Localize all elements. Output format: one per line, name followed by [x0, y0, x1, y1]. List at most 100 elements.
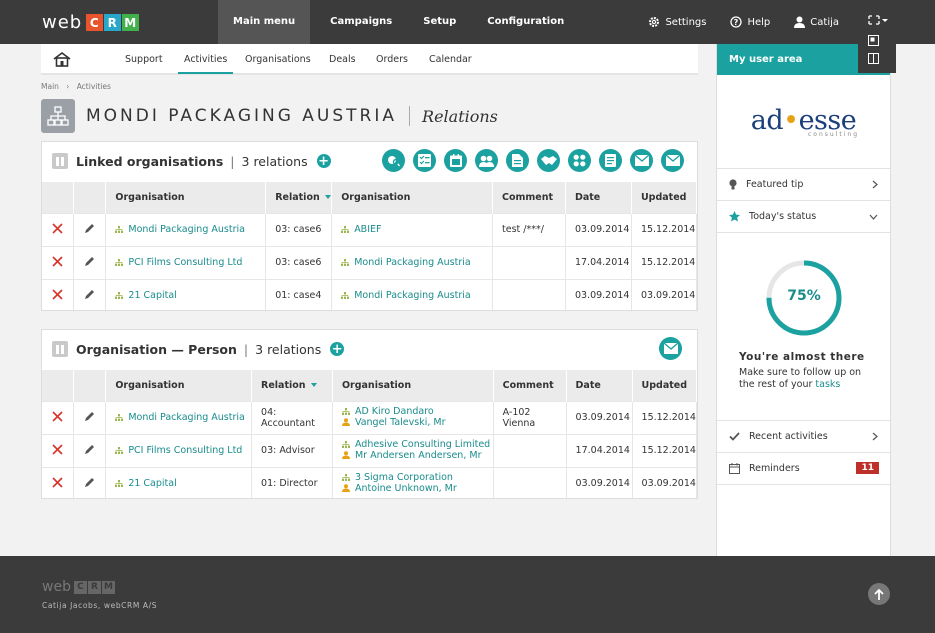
subnav-activities[interactable]: Activities	[178, 54, 234, 74]
delete-icon[interactable]	[52, 289, 63, 300]
nav-campaigns[interactable]: Campaigns	[315, 0, 407, 44]
expand-icon[interactable]	[868, 15, 888, 25]
org-link[interactable]: PCI Films Consulting Ltd	[128, 445, 242, 456]
gear-icon	[649, 17, 660, 27]
organisation-person-table: Organisation Relation Organisation Comme…	[42, 370, 698, 500]
col-organisation[interactable]: Organisation	[105, 370, 253, 401]
tasks-link[interactable]: tasks	[815, 379, 840, 390]
table-row: Mondi Packaging Austria 04: Accountant A…	[42, 400, 698, 434]
email-icon[interactable]	[659, 337, 682, 360]
nav-main-menu[interactable]: Main menu	[218, 0, 311, 44]
add-relation-button[interactable]: +	[330, 342, 345, 356]
chevron-right-icon	[872, 432, 878, 441]
search-org-icon[interactable]	[382, 149, 405, 172]
title-divider	[409, 106, 411, 126]
scroll-to-top-button[interactable]	[868, 583, 890, 605]
col-relation[interactable]: Relation	[265, 182, 333, 213]
org-link[interactable]: ABIEF	[354, 224, 381, 235]
featured-tip-row[interactable]: Featured tip	[717, 169, 890, 201]
org-link[interactable]: 21 Capital	[128, 478, 176, 489]
person-link[interactable]: Vangel Talevski, Mr	[355, 417, 446, 428]
breadcrumb-activities[interactable]: Activities	[77, 82, 111, 91]
email-icon[interactable]	[661, 149, 684, 172]
calendar-icon	[729, 463, 740, 474]
col-comment[interactable]: Comment	[492, 182, 566, 213]
subnav-orders[interactable]: Orders	[376, 54, 408, 65]
user-menu[interactable]: Catija	[794, 16, 839, 28]
org-link[interactable]: 3 Sigma Corporation	[355, 472, 453, 484]
col-date[interactable]: Date	[566, 370, 633, 401]
org-link[interactable]: Mondi Packaging Austria	[128, 224, 245, 235]
col-updated[interactable]: Updated	[632, 370, 698, 401]
progress-text: Make sure to follow up on the rest of yo…	[739, 367, 862, 390]
edit-icon[interactable]	[84, 256, 95, 267]
drag-handle-icon[interactable]	[52, 153, 68, 169]
layout-popup	[858, 6, 896, 73]
org-link[interactable]: Mondi Packaging Austria	[354, 257, 471, 268]
apps-icon[interactable]	[568, 149, 591, 172]
org-link[interactable]: AD Kiro Dandaro	[355, 406, 434, 417]
help-button[interactable]: ? Help	[730, 16, 770, 28]
webcrm-logo[interactable]: web C R M	[42, 12, 140, 33]
contacts-icon[interactable]	[475, 149, 498, 172]
handshake-icon[interactable]	[537, 149, 560, 172]
recent-activities-row[interactable]: Recent activities	[717, 421, 890, 453]
delete-icon[interactable]	[52, 255, 63, 267]
layout-split-icon[interactable]	[868, 53, 879, 64]
sub-nav: Support Activities Organisations Deals O…	[41, 44, 698, 75]
mail-merge-icon[interactable]	[630, 149, 653, 172]
person-link[interactable]: Mr Andersen Andersen, Mr	[355, 450, 482, 461]
col-organisation-2[interactable]: Organisation	[332, 370, 494, 401]
checkmark-icon	[729, 432, 740, 441]
chevron-right-icon	[872, 180, 878, 189]
report-icon[interactable]	[599, 149, 622, 172]
org-link[interactable]: Mondi Packaging Austria	[128, 412, 245, 423]
settings-button[interactable]: Settings	[648, 16, 706, 28]
document-icon[interactable]	[506, 149, 529, 172]
drag-handle-icon[interactable]	[52, 341, 68, 357]
delete-icon[interactable]	[52, 222, 63, 234]
col-date[interactable]: Date	[565, 182, 632, 213]
top-tools: Settings ? Help Catija	[648, 0, 839, 44]
breadcrumb-main[interactable]: Main	[41, 82, 59, 91]
col-organisation[interactable]: Organisation	[105, 182, 267, 213]
person-link[interactable]: Antoine Unknown, Mr	[355, 483, 457, 494]
nav-configuration[interactable]: Configuration	[472, 0, 579, 44]
org-link[interactable]: Adhesive Consulting Limited	[355, 439, 490, 450]
subnav-organisations[interactable]: Organisations	[245, 54, 311, 65]
layout-single-icon[interactable]	[868, 35, 879, 46]
edit-icon[interactable]	[84, 444, 95, 455]
edit-icon[interactable]	[84, 477, 95, 488]
subnav-support[interactable]: Support	[125, 54, 163, 65]
add-relation-button[interactable]: +	[316, 154, 331, 168]
linked-organisations-table: Organisation Relation Organisation Comme…	[42, 182, 698, 312]
panel-title: Linked organisations | 3 relations +	[52, 150, 331, 172]
col-updated[interactable]: Updated	[631, 182, 698, 213]
nav-setup[interactable]: Setup	[408, 0, 471, 44]
col-relation[interactable]: Relation	[251, 370, 333, 401]
breadcrumb: Main › Activities	[41, 82, 111, 91]
delete-icon[interactable]	[52, 410, 63, 422]
footer-copyright: Catija Jacobs, webCRM A/S	[42, 601, 158, 610]
delete-icon[interactable]	[52, 443, 63, 455]
subnav-calendar[interactable]: Calendar	[429, 54, 472, 65]
edit-icon[interactable]	[84, 411, 95, 422]
subnav-deals[interactable]: Deals	[329, 54, 356, 65]
home-icon[interactable]	[53, 52, 71, 67]
col-organisation-2[interactable]: Organisation	[331, 182, 493, 213]
delete-icon[interactable]	[52, 477, 63, 488]
org-link[interactable]: 21 Capital	[128, 290, 176, 301]
edit-icon[interactable]	[84, 289, 95, 300]
edit-icon[interactable]	[84, 223, 95, 234]
organisation-icon	[115, 447, 124, 454]
calendar-icon[interactable]	[444, 149, 467, 172]
table-row: 21 Capital 01: case4 Mondi Packaging Aus…	[42, 278, 698, 312]
organisation-person-panel: Organisation — Person | 3 relations + Or…	[41, 329, 698, 500]
reminders-row[interactable]: Reminders 11	[717, 453, 890, 485]
checklist-icon[interactable]	[413, 149, 436, 172]
col-comment[interactable]: Comment	[493, 370, 567, 401]
org-link[interactable]: PCI Films Consulting Ltd	[128, 257, 242, 268]
todays-status-row[interactable]: Today's status	[717, 201, 890, 233]
org-link[interactable]: Mondi Packaging Austria	[354, 290, 471, 301]
table-header: Organisation Relation Organisation Comme…	[42, 182, 698, 213]
